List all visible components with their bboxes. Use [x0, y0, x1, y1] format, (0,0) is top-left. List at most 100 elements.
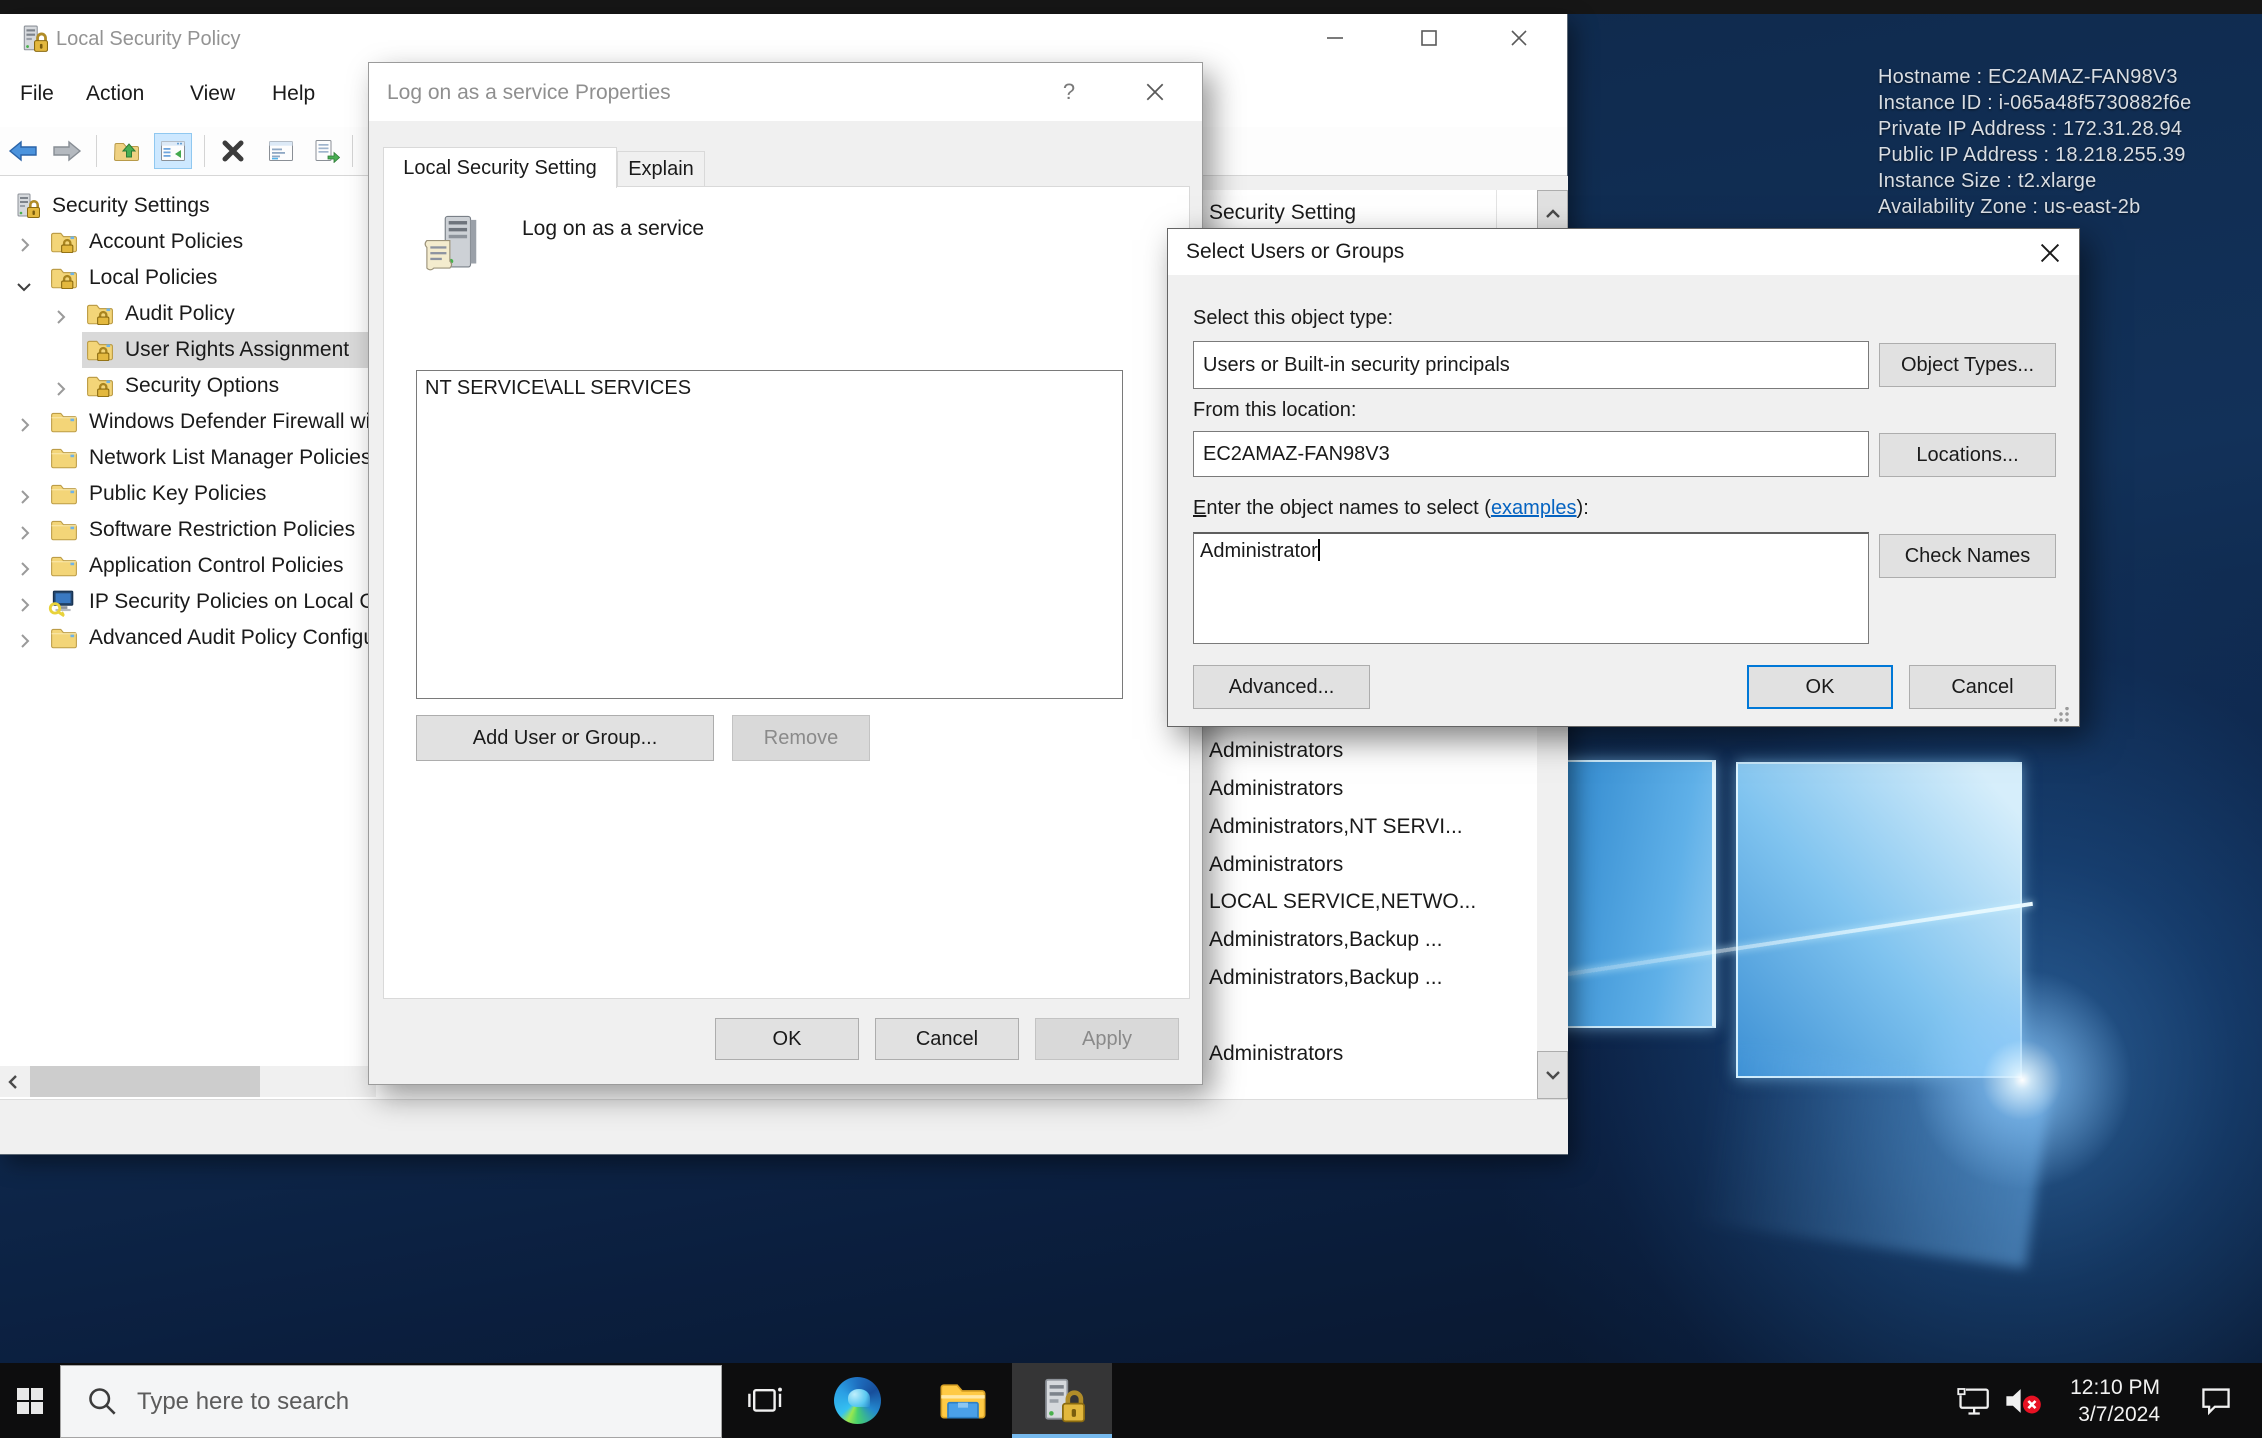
delete-icon[interactable]	[214, 133, 252, 169]
tree-item-windows-defender-firewall[interactable]: Windows Defender Firewall with Advanced …	[0, 404, 375, 440]
tree-horizontal-scrollbar[interactable]	[0, 1066, 376, 1097]
close-icon[interactable]	[1135, 75, 1175, 109]
dialog-titlebar[interactable]: Log on as a service Properties ?	[369, 63, 1202, 121]
chevron-right-icon[interactable]	[20, 523, 30, 547]
info-private-ip: Private IP Address : 172.31.28.94	[1878, 116, 2192, 142]
members-listbox[interactable]: NT SERVICE\ALL SERVICES	[416, 370, 1123, 699]
local-security-policy-taskbar-button[interactable]	[1012, 1363, 1112, 1438]
tree-item-public-key-policies[interactable]: Public Key Policies	[0, 476, 375, 512]
add-user-or-group-button[interactable]: Add User or Group...	[416, 715, 714, 761]
select-users-groups-dialog: Select Users or Groups Select this objec…	[1167, 228, 2080, 727]
folder-icon	[50, 517, 78, 547]
chevron-right-icon[interactable]	[20, 415, 30, 439]
list-item[interactable]: Administrators,Backup ...	[1203, 959, 1533, 997]
chevron-right-icon[interactable]	[20, 595, 30, 619]
network-icon[interactable]	[1948, 1363, 1998, 1438]
advanced-button[interactable]: Advanced...	[1193, 665, 1370, 709]
taskbar-clock[interactable]: 12:10 PM 3/7/2024	[2020, 1363, 2160, 1438]
chevron-right-icon[interactable]	[20, 631, 30, 655]
menu-view[interactable]: View	[190, 82, 235, 106]
server-lock-icon	[14, 193, 40, 225]
list-item[interactable]	[1203, 997, 1533, 1035]
list-item[interactable]: Administrators	[1203, 770, 1533, 808]
window-title: Local Security Policy	[56, 28, 241, 51]
dialog-titlebar[interactable]: Select Users or Groups	[1168, 229, 2079, 275]
search-input[interactable]	[137, 1366, 697, 1437]
tree-item-account-policies[interactable]: Account Policies	[0, 224, 375, 260]
maximize-button[interactable]	[1396, 14, 1462, 62]
object-types-button[interactable]: Object Types...	[1879, 343, 2056, 387]
wallpaper-window-pane-left	[1552, 760, 1716, 1028]
tree-item-software-restriction[interactable]: Software Restriction Policies	[0, 512, 375, 548]
folder-lock-icon	[86, 301, 114, 331]
export-list-icon[interactable]	[308, 133, 346, 169]
show-console-tree-icon[interactable]	[154, 133, 192, 169]
chevron-down-icon[interactable]	[16, 274, 32, 298]
chevron-right-icon[interactable]	[20, 235, 30, 259]
object-names-input[interactable]: Administrator	[1193, 532, 1869, 644]
folder-icon	[50, 445, 78, 475]
export-folder-icon[interactable]	[108, 133, 146, 169]
minimize-button[interactable]	[1302, 14, 1368, 62]
file-explorer-icon[interactable]	[928, 1363, 998, 1438]
tree-item-audit-policy[interactable]: Audit Policy	[0, 296, 375, 332]
menu-file[interactable]: File	[20, 82, 54, 106]
folder-lock-icon	[86, 337, 114, 367]
help-icon[interactable]: ?	[1051, 79, 1087, 105]
list-item[interactable]: Administrators	[1203, 732, 1533, 770]
member-item[interactable]: NT SERVICE\ALL SERVICES	[425, 377, 1114, 400]
tab-explain[interactable]: Explain	[617, 151, 705, 187]
menu-action[interactable]: Action	[86, 82, 144, 106]
object-type-label: Select this object type:	[1193, 307, 1393, 330]
ok-button[interactable]: OK	[1747, 665, 1893, 709]
taskbar-search[interactable]	[60, 1365, 722, 1438]
tree-item-ip-security-policies[interactable]: IP Security Policies on Local Computer	[0, 584, 375, 620]
tab-local-security-setting[interactable]: Local Security Setting	[383, 147, 617, 188]
search-icon	[87, 1386, 117, 1421]
edge-icon[interactable]	[822, 1363, 892, 1438]
windows-logo-icon	[17, 1388, 43, 1414]
start-button[interactable]	[0, 1363, 60, 1438]
close-button[interactable]	[1486, 14, 1552, 62]
task-view-icon[interactable]	[730, 1363, 800, 1438]
scrollbar-thumb[interactable]	[30, 1066, 260, 1097]
list-item[interactable]: Administrators,NT SERVI...	[1203, 808, 1533, 846]
list-item[interactable]: Administrators	[1203, 1035, 1533, 1073]
list-item[interactable]: LOCAL SERVICE,NETWO...	[1203, 883, 1533, 921]
ok-button[interactable]: OK	[715, 1018, 859, 1060]
tree-item-user-rights-assignment[interactable]: User Rights Assignment	[0, 332, 375, 368]
back-icon[interactable]	[4, 133, 42, 169]
info-instance-id: Instance ID : i-065a48f5730882f6e	[1878, 90, 2192, 116]
close-icon[interactable]	[2028, 235, 2072, 271]
wallpaper-flare	[1900, 960, 2160, 1200]
chevron-right-icon[interactable]	[56, 379, 66, 403]
info-hostname: Hostname : EC2AMAZ-FAN98V3	[1878, 64, 2192, 90]
enter-names-label: Enter the object names to select (exampl…	[1193, 497, 1589, 520]
tree-item-security-settings[interactable]: Security Settings	[0, 188, 375, 224]
app-icon	[20, 25, 48, 58]
menu-help[interactable]: Help	[272, 82, 315, 106]
list-item[interactable]: Administrators,Backup ...	[1203, 921, 1533, 959]
chevron-right-icon[interactable]	[56, 307, 66, 331]
chevron-right-icon[interactable]	[20, 559, 30, 583]
locations-button[interactable]: Locations...	[1879, 433, 2056, 477]
tree-item-network-list-manager[interactable]: Network List Manager Policies	[0, 440, 375, 476]
list-item[interactable]: Administrators	[1203, 846, 1533, 884]
scroll-down-icon[interactable]	[1537, 1051, 1568, 1099]
check-names-button[interactable]: Check Names	[1879, 534, 2056, 578]
tree-item-application-control[interactable]: Application Control Policies	[0, 548, 375, 584]
tree-item-security-options[interactable]: Security Options	[0, 368, 375, 404]
tree-item-advanced-audit-policy[interactable]: Advanced Audit Policy Configuration	[0, 620, 375, 656]
forward-icon[interactable]	[48, 133, 86, 169]
chevron-right-icon[interactable]	[20, 487, 30, 511]
window-titlebar[interactable]: Local Security Policy	[0, 14, 1567, 65]
tree-item-local-policies[interactable]: Local Policies	[0, 260, 375, 296]
info-availability-zone: Availability Zone : us-east-2b	[1878, 194, 2192, 220]
resize-grip[interactable]	[2054, 707, 2070, 723]
cancel-button[interactable]: Cancel	[875, 1018, 1019, 1060]
cancel-button[interactable]: Cancel	[1909, 665, 2056, 709]
properties-icon[interactable]	[262, 133, 300, 169]
examples-link[interactable]: examples	[1491, 497, 1577, 519]
action-center-icon[interactable]	[2186, 1363, 2246, 1438]
scroll-left-icon[interactable]	[0, 1066, 26, 1097]
